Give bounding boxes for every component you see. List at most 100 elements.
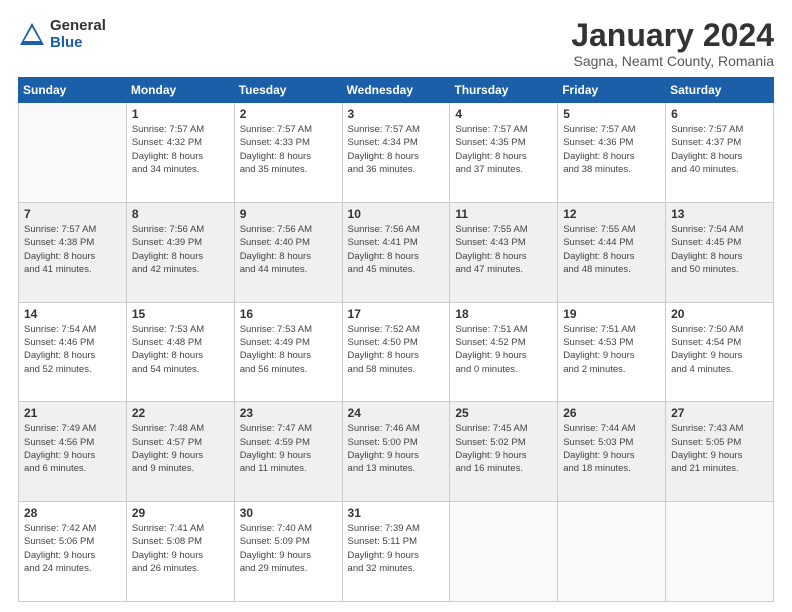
day-number: 28 [24,506,121,520]
table-row [558,502,666,602]
table-row: 20Sunrise: 7:50 AM Sunset: 4:54 PM Dayli… [666,302,774,402]
table-row: 25Sunrise: 7:45 AM Sunset: 5:02 PM Dayli… [450,402,558,502]
day-info: Sunrise: 7:46 AM Sunset: 5:00 PM Dayligh… [348,422,445,475]
day-number: 8 [132,207,229,221]
table-row: 13 Sunrise: 7:54 AM Sunset: 4:45 PM Dayli… [666,202,774,302]
day-info: Sunrise: 7:56 AM Sunset: 4:40 PM Dayligh… [240,223,337,276]
day-info: Sunrise: 7:51 AM Sunset: 4:53 PM Dayligh… [563,323,660,376]
day-number: 18 [455,307,552,321]
table-row: 21 Sunrise: 7:49 AM Sunset: 4:56 PM Dayli… [19,402,127,502]
day-info: Sunrise: 7:57 AM Sunset: 4:34 PM Dayligh… [348,123,445,176]
table-row: 12Sunrise: 7:55 AM Sunset: 4:44 PM Dayli… [558,202,666,302]
table-row: 15Sunrise: 7:53 AM Sunset: 4:48 PM Dayli… [126,302,234,402]
day-info: Sunrise: 7:47 AM Sunset: 4:59 PM Dayligh… [240,422,337,475]
location-subtitle: Sagna, Neamt County, Romania [571,53,774,69]
table-row: 17Sunrise: 7:52 AM Sunset: 4:50 PM Dayli… [342,302,450,402]
title-block: January 2024 Sagna, Neamt County, Romani… [571,18,774,69]
calendar-header-row: Sunday Monday Tuesday Wednesday Thursday… [19,78,774,103]
calendar-table: Sunday Monday Tuesday Wednesday Thursday… [18,77,774,602]
header: General Blue January 2024 Sagna, Neamt C… [18,18,774,69]
calendar-week-row: 28 Sunrise: 7:42 AM Sunset: 5:06 PM Dayli… [19,502,774,602]
calendar-week-row: 7Sunrise: 7:57 AM Sunset: 4:38 PM Daylig… [19,202,774,302]
day-info: Sunrise: 7:57 AM Sunset: 4:35 PM Dayligh… [455,123,552,176]
table-row [666,502,774,602]
table-row: 27 Sunrise: 7:43 AM Sunset: 5:05 PM Dayli… [666,402,774,502]
day-info: Sunrise: 7:56 AM Sunset: 4:39 PM Dayligh… [132,223,229,276]
header-sunday: Sunday [19,78,127,103]
day-number: 7 [24,207,121,221]
day-number: 29 [132,506,229,520]
day-number: 3 [348,107,445,121]
table-row: 26Sunrise: 7:44 AM Sunset: 5:03 PM Dayli… [558,402,666,502]
table-row: 1 Sunrise: 7:57 AM Sunset: 4:32 PM Daylig… [126,103,234,203]
logo-text: General Blue [50,18,106,51]
header-wednesday: Wednesday [342,78,450,103]
table-row: 22 Sunrise: 7:48 AM Sunset: 4:57 PM Dayli… [126,402,234,502]
table-row: 6Sunrise: 7:57 AM Sunset: 4:37 PM Daylig… [666,103,774,203]
day-number: 13 [671,207,768,221]
table-row: 7Sunrise: 7:57 AM Sunset: 4:38 PM Daylig… [19,202,127,302]
table-row: 4Sunrise: 7:57 AM Sunset: 4:35 PM Daylig… [450,103,558,203]
day-info: Sunrise: 7:54 AM Sunset: 4:46 PM Dayligh… [24,323,121,376]
day-info: Sunrise: 7:43 AM Sunset: 5:05 PM Dayligh… [671,422,768,475]
day-info: Sunrise: 7:55 AM Sunset: 4:44 PM Dayligh… [563,223,660,276]
day-number: 31 [348,506,445,520]
table-row: 11 Sunrise: 7:55 AM Sunset: 4:43 PM Dayli… [450,202,558,302]
table-row: 10 Sunrise: 7:56 AM Sunset: 4:41 PM Dayli… [342,202,450,302]
header-tuesday: Tuesday [234,78,342,103]
calendar-week-row: 1 Sunrise: 7:57 AM Sunset: 4:32 PM Daylig… [19,103,774,203]
day-info: Sunrise: 7:57 AM Sunset: 4:36 PM Dayligh… [563,123,660,176]
day-number: 2 [240,107,337,121]
day-number: 22 [132,406,229,420]
table-row: 14 Sunrise: 7:54 AM Sunset: 4:46 PM Dayli… [19,302,127,402]
month-title: January 2024 [571,18,774,53]
day-info: Sunrise: 7:57 AM Sunset: 4:32 PM Dayligh… [132,123,229,176]
day-number: 27 [671,406,768,420]
logo-blue-text: Blue [50,35,106,52]
table-row: 24 Sunrise: 7:46 AM Sunset: 5:00 PM Dayli… [342,402,450,502]
day-number: 11 [455,207,552,221]
day-number: 1 [132,107,229,121]
calendar-week-row: 14 Sunrise: 7:54 AM Sunset: 4:46 PM Dayli… [19,302,774,402]
day-number: 19 [563,307,660,321]
day-number: 30 [240,506,337,520]
day-info: Sunrise: 7:57 AM Sunset: 4:33 PM Dayligh… [240,123,337,176]
day-number: 25 [455,406,552,420]
table-row: 9 Sunrise: 7:56 AM Sunset: 4:40 PM Daylig… [234,202,342,302]
day-info: Sunrise: 7:49 AM Sunset: 4:56 PM Dayligh… [24,422,121,475]
logo-icon [18,21,46,49]
table-row: 31 Sunrise: 7:39 AM Sunset: 5:11 PM Dayli… [342,502,450,602]
header-saturday: Saturday [666,78,774,103]
day-number: 10 [348,207,445,221]
table-row [450,502,558,602]
table-row: 16Sunrise: 7:53 AM Sunset: 4:49 PM Dayli… [234,302,342,402]
logo-general-text: General [50,18,106,35]
day-info: Sunrise: 7:40 AM Sunset: 5:09 PM Dayligh… [240,522,337,575]
table-row: 23 Sunrise: 7:47 AM Sunset: 4:59 PM Dayli… [234,402,342,502]
table-row: 18Sunrise: 7:51 AM Sunset: 4:52 PM Dayli… [450,302,558,402]
header-thursday: Thursday [450,78,558,103]
day-info: Sunrise: 7:44 AM Sunset: 5:03 PM Dayligh… [563,422,660,475]
day-info: Sunrise: 7:53 AM Sunset: 4:48 PM Dayligh… [132,323,229,376]
page: General Blue January 2024 Sagna, Neamt C… [0,0,792,612]
table-row: 5Sunrise: 7:57 AM Sunset: 4:36 PM Daylig… [558,103,666,203]
day-number: 21 [24,406,121,420]
day-info: Sunrise: 7:57 AM Sunset: 4:37 PM Dayligh… [671,123,768,176]
table-row [19,103,127,203]
table-row: 3 Sunrise: 7:57 AM Sunset: 4:34 PM Daylig… [342,103,450,203]
day-info: Sunrise: 7:39 AM Sunset: 5:11 PM Dayligh… [348,522,445,575]
day-info: Sunrise: 7:56 AM Sunset: 4:41 PM Dayligh… [348,223,445,276]
day-number: 9 [240,207,337,221]
day-number: 24 [348,406,445,420]
table-row: 30 Sunrise: 7:40 AM Sunset: 5:09 PM Dayli… [234,502,342,602]
table-row: 8 Sunrise: 7:56 AM Sunset: 4:39 PM Daylig… [126,202,234,302]
day-info: Sunrise: 7:55 AM Sunset: 4:43 PM Dayligh… [455,223,552,276]
day-info: Sunrise: 7:42 AM Sunset: 5:06 PM Dayligh… [24,522,121,575]
day-info: Sunrise: 7:54 AM Sunset: 4:45 PM Dayligh… [671,223,768,276]
header-monday: Monday [126,78,234,103]
day-number: 14 [24,307,121,321]
day-number: 23 [240,406,337,420]
day-info: Sunrise: 7:41 AM Sunset: 5:08 PM Dayligh… [132,522,229,575]
day-info: Sunrise: 7:48 AM Sunset: 4:57 PM Dayligh… [132,422,229,475]
day-info: Sunrise: 7:52 AM Sunset: 4:50 PM Dayligh… [348,323,445,376]
